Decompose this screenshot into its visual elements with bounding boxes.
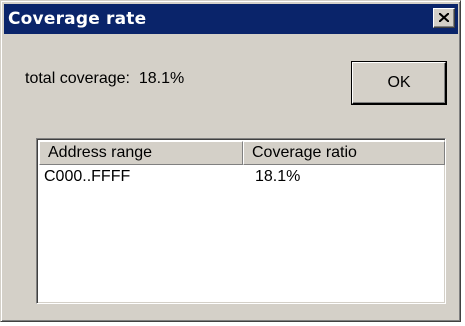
address-range-cell: C000..FFFF (44, 168, 131, 185)
list-header: Address range Coverage ratio (39, 141, 445, 165)
title-bar[interactable]: Coverage rate (4, 4, 458, 34)
close-icon (439, 13, 449, 22)
coverage-rate-dialog: Coverage rate total coverage: 18.1% OK A… (0, 0, 461, 322)
coverage-list[interactable]: Address range Coverage ratio C000..FFFF … (36, 138, 446, 304)
ok-button[interactable]: OK (352, 62, 446, 104)
total-coverage-label: total coverage: (25, 70, 130, 87)
close-button[interactable] (433, 8, 455, 28)
total-coverage-text: total coverage: 18.1% (25, 69, 184, 89)
table-row[interactable]: C000..FFFF 18.1% (39, 167, 443, 187)
column-header-coverage-ratio[interactable]: Coverage ratio (243, 141, 445, 165)
dialog-title: Coverage rate (8, 9, 147, 29)
total-coverage-value: 18.1% (138, 70, 185, 87)
coverage-ratio-cell: 18.1% (255, 168, 301, 185)
column-header-address-range[interactable]: Address range (39, 141, 243, 165)
